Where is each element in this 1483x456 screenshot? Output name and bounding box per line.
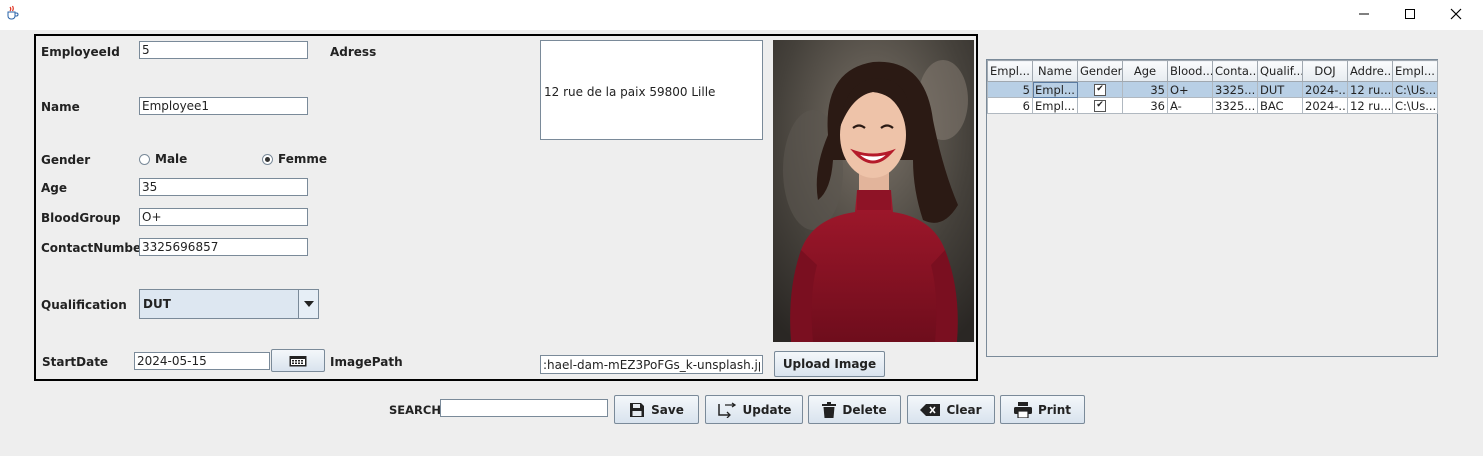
save-label: Save — [651, 402, 684, 417]
cell-age[interactable]: 36 — [1122, 97, 1168, 114]
qualification-dropdown[interactable]: DUT — [139, 289, 319, 319]
cell-blood[interactable]: A- — [1167, 97, 1213, 114]
gender-male-radio[interactable]: Male — [139, 152, 187, 166]
cell-qualification[interactable]: BAC — [1257, 97, 1303, 114]
label-name: Name — [41, 100, 80, 114]
upload-image-button[interactable]: Upload Image — [774, 351, 885, 377]
cell-age[interactable]: 35 — [1122, 81, 1168, 98]
minimize-button[interactable] — [1341, 0, 1387, 28]
address-textarea[interactable]: 12 rue de la paix 59800 Lille — [540, 40, 763, 140]
java-cup-icon — [4, 5, 20, 21]
address-text: 12 rue de la paix 59800 Lille — [544, 85, 716, 99]
radio-circle — [139, 153, 150, 165]
cell-image[interactable]: C:\Us... — [1392, 81, 1438, 98]
search-input[interactable] — [440, 399, 608, 417]
date-picker-button[interactable] — [271, 349, 325, 372]
cell-doj[interactable]: 2024-... — [1302, 81, 1348, 98]
cell-gender[interactable]: ✔ — [1077, 97, 1123, 114]
label-image-path: ImagePath — [330, 355, 403, 369]
calendar-icon — [289, 355, 307, 366]
delete-button[interactable]: Delete — [808, 395, 901, 424]
cell-id[interactable]: 6 — [987, 97, 1033, 114]
column-header[interactable]: Empl... — [1392, 60, 1438, 82]
label-adress: Adress — [330, 45, 377, 59]
label-age: Age — [41, 181, 68, 195]
table-row[interactable]: 6 Empl... ✔ 36 A- 3325... BAC 2024-... 1… — [987, 97, 1438, 114]
name-field[interactable] — [139, 97, 308, 115]
checkbox-checked-icon[interactable]: ✔ — [1094, 84, 1106, 96]
gender-male-label: Male — [155, 152, 188, 166]
cell-name[interactable]: Empl... — [1032, 97, 1078, 114]
employee-photo — [773, 40, 974, 342]
employee-id-field[interactable] — [139, 41, 308, 59]
cell-qualification[interactable]: DUT — [1257, 81, 1303, 98]
update-label: Update — [742, 402, 792, 417]
column-header[interactable]: Gender — [1077, 60, 1123, 82]
label-start-date: StartDate — [42, 355, 109, 369]
search-label: SEARCH — [389, 403, 441, 417]
table-row[interactable]: 5 Empl... ✔ 35 O+ 3325... DUT 2024-... 1… — [987, 81, 1438, 98]
cell-contact[interactable]: 3325... — [1212, 97, 1258, 114]
label-employee-id: EmployeeId — [41, 45, 120, 59]
column-header[interactable]: Name — [1032, 60, 1078, 82]
cell-address[interactable]: 12 ru... — [1347, 81, 1393, 98]
close-icon — [1450, 8, 1462, 20]
close-button[interactable] — [1433, 0, 1479, 28]
print-button[interactable]: Print — [1000, 395, 1085, 424]
cell-gender[interactable]: ✔ — [1077, 81, 1123, 98]
cell-id[interactable]: 5 — [987, 81, 1033, 98]
clear-label: Clear — [946, 402, 982, 417]
column-header[interactable]: Age — [1122, 60, 1168, 82]
gender-femme-label: Femme — [278, 152, 327, 166]
upload-image-label: Upload Image — [782, 357, 877, 371]
maximize-icon — [1405, 9, 1415, 19]
maximize-button[interactable] — [1387, 0, 1433, 28]
clear-button[interactable]: Clear — [907, 395, 995, 424]
label-contact-number: ContactNumber — [41, 241, 148, 255]
qualification-value: DUT — [143, 297, 171, 311]
column-header[interactable]: Blood... — [1167, 60, 1213, 82]
start-date-field[interactable] — [134, 352, 270, 370]
image-path-field[interactable] — [540, 355, 763, 374]
radio-circle-selected — [262, 153, 273, 165]
printer-icon — [1013, 401, 1032, 418]
backspace-icon — [920, 403, 941, 416]
label-gender: Gender — [41, 153, 91, 167]
label-qualification: Qualification — [41, 298, 127, 312]
floppy-disk-icon — [630, 402, 645, 417]
cell-doj[interactable]: 2024-... — [1302, 97, 1348, 114]
column-header[interactable]: Empl... — [987, 60, 1033, 82]
column-header[interactable]: Addre... — [1347, 60, 1393, 82]
print-label: Print — [1037, 402, 1072, 417]
chevron-down-icon[interactable] — [298, 290, 318, 318]
checkbox-checked-icon[interactable]: ✔ — [1094, 100, 1106, 112]
update-button[interactable]: Update — [705, 395, 803, 424]
employee-table[interactable]: Empl... Name Gender Age Blood... Conta..… — [986, 59, 1438, 357]
blood-group-field[interactable] — [139, 208, 308, 226]
save-button[interactable]: Save — [614, 395, 699, 424]
age-field[interactable] — [139, 178, 308, 196]
table-header-row: Empl... Name Gender Age Blood... Conta..… — [987, 60, 1438, 82]
window-titlebar — [0, 0, 1483, 30]
update-icon — [717, 401, 736, 418]
cell-address[interactable]: 12 ru... — [1347, 97, 1393, 114]
label-blood-group: BloodGroup — [41, 211, 121, 225]
cell-contact[interactable]: 3325... — [1212, 81, 1258, 98]
cell-name[interactable]: Empl... — [1032, 81, 1078, 98]
cell-image[interactable]: C:\Us... — [1392, 97, 1438, 114]
column-header[interactable]: Conta... — [1212, 60, 1258, 82]
cell-blood[interactable]: O+ — [1167, 81, 1213, 98]
trash-icon — [822, 401, 837, 418]
minimize-icon — [1359, 13, 1369, 15]
column-header[interactable]: DOJ — [1302, 60, 1348, 82]
gender-femme-radio[interactable]: Femme — [262, 152, 327, 166]
delete-label: Delete — [842, 402, 887, 417]
column-header[interactable]: Qualif... — [1257, 60, 1303, 82]
contact-number-field[interactable] — [139, 238, 308, 256]
